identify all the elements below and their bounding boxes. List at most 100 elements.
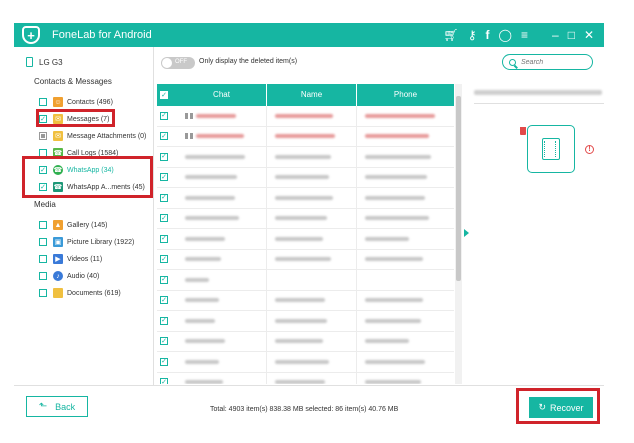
- table-cell: [177, 167, 267, 187]
- sidebar-item-picture-library[interactable]: ▣ Picture Library (1922): [39, 235, 134, 249]
- column-header-chat[interactable]: Chat: [177, 84, 267, 106]
- back-button[interactable]: ⬑ Back: [26, 396, 88, 417]
- table-cell: [357, 250, 454, 270]
- table-row[interactable]: ✓: [157, 106, 454, 127]
- row-checkbox[interactable]: ✓: [160, 193, 168, 202]
- blurred-text: [185, 380, 223, 384]
- device-row[interactable]: LG G3: [26, 57, 63, 67]
- table-row[interactable]: ✓: [157, 331, 454, 352]
- expand-arrow-icon[interactable]: [464, 229, 469, 237]
- chat-icon[interactable]: ◯: [499, 29, 512, 41]
- row-checkbox[interactable]: ✓: [160, 337, 168, 346]
- close-icon[interactable]: ✕: [584, 29, 594, 41]
- attachment-preview-bubble[interactable]: [527, 125, 575, 173]
- checkbox[interactable]: [39, 238, 47, 246]
- phone-device-icon: [26, 57, 33, 67]
- table-row[interactable]: ✓: [157, 290, 454, 311]
- chat-table: ✓ Chat Name Phone ✓ ✓ ✓ ✓ ✓ ✓ ✓ ✓ ✓ ✓ ✓ ✓ ✓ ✓: [157, 84, 454, 384]
- blurred-text: [275, 113, 333, 118]
- row-checkbox[interactable]: ✓: [160, 214, 168, 223]
- table-cell: [357, 373, 454, 384]
- table-cell: [357, 106, 454, 126]
- cart-icon[interactable]: 🛒︎: [444, 29, 459, 41]
- app-logo-icon: +: [22, 26, 40, 44]
- row-checkbox[interactable]: ✓: [160, 111, 168, 120]
- table-scrollbar[interactable]: [455, 84, 462, 384]
- highlight-box-messages: [36, 109, 115, 127]
- column-header-phone[interactable]: Phone: [357, 84, 454, 106]
- row-checkbox[interactable]: ✓: [160, 316, 168, 325]
- table-row[interactable]: ✓: [157, 126, 454, 147]
- row-checkbox[interactable]: ✓: [160, 152, 168, 161]
- table-cell: [357, 209, 454, 229]
- highlight-box-recover: [516, 388, 600, 424]
- row-checkbox[interactable]: ✓: [160, 357, 168, 366]
- blurred-text: [275, 216, 327, 221]
- search-box[interactable]: [502, 54, 593, 70]
- sidebar-item-videos[interactable]: ▶ Videos (11): [39, 252, 102, 266]
- table-row[interactable]: ✓: [157, 311, 454, 332]
- checkbox[interactable]: [39, 289, 47, 297]
- table-cell: [177, 147, 267, 167]
- sidebar-item-documents[interactable]: Documents (619): [39, 286, 121, 300]
- select-all-checkbox[interactable]: ✓: [160, 91, 168, 99]
- blurred-text: [185, 257, 221, 262]
- table-row[interactable]: ✓: [157, 208, 454, 229]
- highlight-box-whatsapp: [22, 156, 153, 198]
- deleted-only-toggle[interactable]: OFF: [161, 57, 195, 69]
- sidebar-item-audio[interactable]: ♪ Audio (40): [39, 269, 99, 283]
- row-checkbox[interactable]: ✓: [160, 296, 168, 305]
- table-row[interactable]: ✓: [157, 188, 454, 209]
- minimize-icon[interactable]: –: [552, 29, 559, 41]
- table-row[interactable]: ✓: [157, 249, 454, 270]
- table-cell: [357, 332, 454, 352]
- table-row[interactable]: ✓: [157, 352, 454, 373]
- maximize-icon[interactable]: □: [568, 29, 575, 41]
- blurred-text: [185, 154, 245, 159]
- checkbox[interactable]: [39, 98, 47, 106]
- row-checkbox[interactable]: ✓: [160, 132, 168, 141]
- facebook-icon[interactable]: f: [486, 29, 490, 41]
- checkbox[interactable]: [39, 221, 47, 229]
- audio-icon: ♪: [53, 271, 63, 281]
- blurred-text: [365, 175, 427, 180]
- sidebar-item-contacts[interactable]: ☺ Contacts (496): [39, 95, 113, 109]
- checkbox[interactable]: [39, 272, 47, 280]
- row-checkbox[interactable]: ✓: [160, 173, 168, 182]
- blurred-text: [275, 359, 329, 364]
- table-row[interactable]: ✓: [157, 270, 454, 291]
- table-row[interactable]: ✓: [157, 167, 454, 188]
- table-cell: [267, 352, 357, 372]
- device-name: LG G3: [39, 57, 63, 67]
- blurred-text: [185, 339, 225, 344]
- blurred-text: [275, 318, 327, 323]
- table-row[interactable]: ✓: [157, 372, 454, 384]
- checkbox[interactable]: [39, 255, 47, 263]
- row-checkbox[interactable]: ✓: [160, 275, 168, 284]
- table-cell: [177, 126, 267, 146]
- table-cell: [357, 147, 454, 167]
- search-input[interactable]: [521, 58, 581, 66]
- table-cell: [267, 167, 357, 187]
- blurred-text: [185, 236, 225, 241]
- table-cell: [357, 229, 454, 249]
- column-header-name[interactable]: Name: [267, 84, 357, 106]
- table-cell: [357, 291, 454, 311]
- checkbox-partial[interactable]: [39, 132, 47, 140]
- row-checkbox[interactable]: ✓: [160, 378, 168, 384]
- row-checkbox[interactable]: ✓: [160, 234, 168, 243]
- sidebar-item-gallery[interactable]: ▲ Gallery (145): [39, 218, 107, 232]
- table-row[interactable]: ✓: [157, 229, 454, 250]
- row-checkbox[interactable]: ✓: [160, 255, 168, 264]
- toggle-knob: [162, 58, 172, 68]
- menu-icon[interactable]: ≡: [521, 29, 528, 41]
- key-icon[interactable]: ⚷: [468, 29, 477, 41]
- blurred-text: [365, 154, 431, 159]
- sidebar-item-message-attachments[interactable]: ✉ Message Attachments (0): [39, 129, 146, 143]
- video-icon: ▶: [53, 254, 63, 264]
- blurred-text: [365, 318, 421, 323]
- scrollbar-thumb[interactable]: [456, 96, 461, 281]
- table-row[interactable]: ✓: [157, 147, 454, 168]
- blurred-text: [275, 154, 331, 159]
- deleted-only-label: Only display the deleted item(s): [199, 58, 298, 65]
